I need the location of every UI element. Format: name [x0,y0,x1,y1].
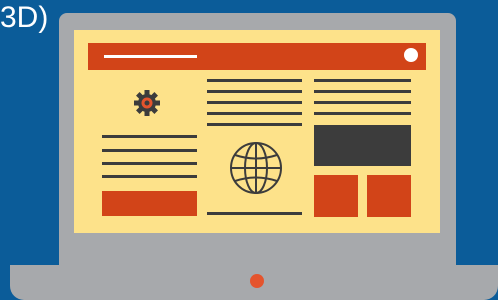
power-light-icon [250,274,264,288]
window-dot-icon [404,48,418,62]
gear-icon [134,90,160,116]
right-text-line [314,101,411,104]
center-text-line [207,79,302,82]
left-red-button-block [102,191,197,216]
center-text-line [207,90,302,93]
right-text-line [314,79,411,82]
center-text-line [207,101,302,104]
center-text-line [207,112,302,115]
left-text-line [102,149,197,152]
right-dark-image-block [314,125,411,166]
left-text-line [102,175,197,178]
right-red-block-left [314,175,358,217]
right-text-line [314,90,411,93]
right-text-line [314,112,411,115]
address-bar-line [104,55,197,58]
center-footer-line [207,212,302,215]
corner-caption: 3D) [0,1,49,34]
center-text-line [207,123,302,126]
globe-icon [230,142,282,194]
right-red-block-right [367,175,411,217]
left-text-line [102,135,197,138]
left-text-line [102,162,197,165]
